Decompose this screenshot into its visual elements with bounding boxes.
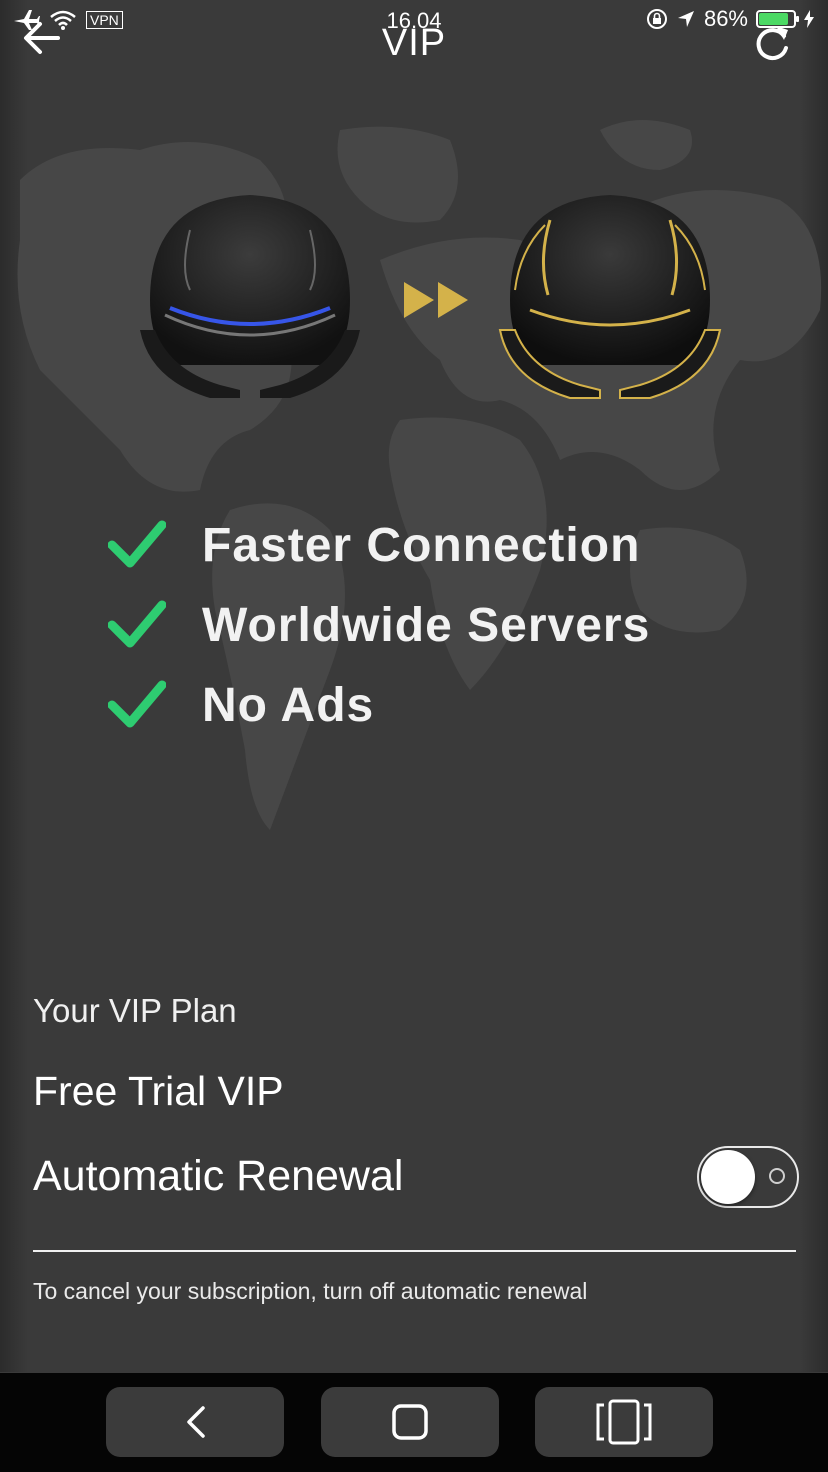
feature-item: Faster Connection [108, 505, 650, 585]
standard-helmet-image [140, 195, 360, 398]
back-icon [187, 1406, 205, 1438]
plan-heading: Your VIP Plan [33, 992, 237, 1029]
toggle-off-indicator [769, 1168, 785, 1184]
refresh-button[interactable] [752, 22, 794, 64]
system-back-button[interactable] [106, 1387, 284, 1457]
system-home-button[interactable] [321, 1387, 499, 1457]
auto-renew-toggle[interactable] [697, 1146, 799, 1208]
refresh-icon [756, 26, 788, 61]
page-title: VIP [381, 22, 447, 64]
upgrade-arrows-icon [404, 282, 468, 318]
check-icon [108, 680, 166, 728]
plan-name: Free Trial VIP [33, 1068, 284, 1114]
cancel-note: To cancel your subscription, turn off au… [33, 1278, 588, 1304]
system-recent-apps-button[interactable] [535, 1387, 713, 1457]
divider [33, 1250, 796, 1252]
feature-item: No Ads [108, 665, 650, 745]
toggle-knob [701, 1150, 755, 1204]
feature-list: Faster Connection Worldwide Servers No A… [108, 505, 650, 745]
recent-apps-icon [596, 1399, 652, 1445]
feature-label: No Ads [202, 678, 375, 732]
feature-item: Worldwide Servers [108, 585, 650, 665]
auto-renew-label: Automatic Renewal [33, 1152, 404, 1200]
system-nav-bar [0, 1373, 828, 1472]
home-icon [392, 1404, 428, 1440]
feature-label: Faster Connection [202, 518, 641, 572]
check-icon [108, 600, 166, 648]
vip-helmet-image [498, 195, 722, 399]
feature-label: Worldwide Servers [202, 598, 651, 652]
check-icon [108, 520, 166, 568]
